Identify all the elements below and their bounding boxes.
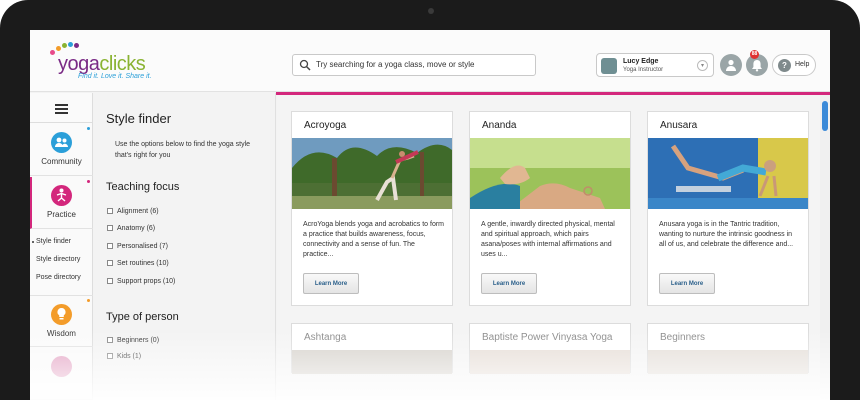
chevron-down-icon[interactable]: ▾ (697, 60, 708, 71)
subnav-style-directory[interactable]: Style directory (36, 256, 80, 263)
menu-button[interactable] (30, 93, 93, 123)
nav-corner-dot (87, 180, 90, 183)
nav-corner-dot (87, 127, 90, 130)
checkbox-beginners[interactable]: Beginners (0) (107, 337, 159, 344)
panel-title: Style finder (106, 111, 172, 126)
checkbox-label: Support props (10) (117, 278, 176, 285)
checkbox-icon (107, 353, 113, 359)
subnav-pose-directory[interactable]: Pose directory (36, 274, 81, 281)
notification-badge: 88 (750, 50, 759, 59)
style-card-ananda[interactable]: Ananda A gentle, inwardly directed physi… (469, 111, 631, 306)
question-icon: ? (778, 59, 791, 72)
camera-dot (428, 8, 434, 14)
people-icon (51, 132, 72, 153)
screen: yogaclicks Find it. Love it. Share it. T… (30, 30, 830, 400)
nav-corner-dot (87, 299, 90, 302)
nav-item-wisdom[interactable]: Wisdom (30, 295, 93, 347)
checkbox-label: Set routines (10) (117, 260, 169, 267)
checkbox-label: Kids (1) (117, 353, 142, 360)
type-of-person-heading: Type of person (106, 311, 179, 323)
card-title: Ashtanga (304, 332, 347, 343)
style-finder-panel: Style finder Use the options below to fi… (94, 93, 276, 400)
card-description: A gentle, inwardly directed physical, me… (481, 221, 615, 258)
checkbox-personalised[interactable]: Personalised (7) (107, 243, 168, 250)
checkbox-label: Personalised (7) (117, 243, 168, 250)
friends-button[interactable] (720, 54, 742, 76)
hamburger-icon (55, 104, 68, 106)
baptiste-photo (470, 350, 630, 374)
beginners-photo (648, 350, 808, 374)
learn-more-button[interactable]: Learn More (303, 273, 359, 294)
ananda-photo (470, 138, 630, 209)
learn-more-button[interactable]: Learn More (481, 273, 537, 294)
lightbulb-icon (51, 304, 72, 325)
people-icon (726, 59, 736, 71)
checkbox-label: Anatomy (6) (117, 225, 156, 232)
checkbox-icon (107, 278, 113, 284)
checkbox-icon (107, 208, 113, 214)
card-title: Anusara (660, 120, 698, 131)
hamburger-icon (55, 108, 68, 110)
style-card-anusara[interactable]: Anusara Anusara yoga is in the Tantric t… (647, 111, 809, 306)
style-results: Acroyoga AcroYoga blends yoga and acroba… (277, 95, 830, 400)
subnav-style-finder[interactable]: Style finder (31, 238, 71, 245)
nav-label-community: Community (41, 157, 82, 166)
avatar (601, 58, 617, 74)
checkbox-kids[interactable]: Kids (1) (107, 353, 141, 360)
checkbox-support-props[interactable]: Support props (10) (107, 278, 175, 285)
checkbox-set-routines[interactable]: Set routines (10) (107, 260, 169, 267)
card-description: Anusara yoga is in the Tantric tradition… (659, 221, 794, 248)
help-label: Help (795, 61, 810, 68)
hamburger-icon (55, 112, 68, 114)
nav-item-community[interactable]: Community (30, 124, 93, 176)
user-role: Yoga Instructor (623, 67, 664, 73)
laptop-frame: yogaclicks Find it. Love it. Share it. T… (0, 0, 860, 400)
card-title: Beginners (660, 332, 706, 343)
nav-label-practice: Practice (47, 210, 76, 219)
logo-main: yoga (58, 53, 100, 75)
top-bar: yogaclicks Find it. Love it. Share it. T… (30, 30, 830, 92)
style-card-baptiste[interactable]: Baptiste Power Vinyasa Yoga (469, 323, 631, 374)
checkbox-icon (107, 243, 113, 249)
nav-item-more[interactable] (30, 348, 93, 400)
nav-item-practice[interactable]: Practice (30, 177, 93, 229)
scrollbar[interactable] (820, 95, 830, 400)
yoga-pose-icon (51, 185, 72, 206)
card-title: Acroyoga (304, 120, 347, 131)
teaching-focus-heading: Teaching focus (106, 181, 180, 193)
nav-label-wisdom: Wisdom (47, 329, 76, 338)
anusara-photo (648, 138, 808, 209)
help-button[interactable]: ? Help (772, 54, 816, 76)
checkbox-icon (107, 225, 113, 231)
left-nav: Community Practice Style finder Style di… (30, 93, 93, 400)
search-placeholder: Try searching for a yoga class, move or … (316, 60, 475, 69)
checkbox-label: Beginners (0) (117, 337, 160, 344)
search-input[interactable]: Try searching for a yoga class, move or … (292, 54, 536, 76)
card-description: AcroYoga blends yoga and acrobatics to f… (303, 221, 444, 258)
checkbox-icon (107, 260, 113, 266)
bell-icon (752, 60, 762, 72)
logo-tagline: Find it. Love it. Share it. (78, 73, 152, 80)
logo[interactable]: yogaclicks Find it. Love it. Share it. (46, 42, 196, 84)
user-name: Lucy Edge (623, 58, 659, 65)
search-icon (299, 59, 311, 71)
acroyoga-photo (292, 138, 452, 209)
nav-more-icon (51, 356, 72, 377)
panel-intro: Use the options below to find the yoga s… (115, 141, 251, 159)
card-title: Baptiste Power Vinyasa Yoga (482, 332, 613, 343)
checkbox-alignment[interactable]: Alignment (6) (107, 208, 159, 215)
style-card-beginners[interactable]: Beginners (647, 323, 809, 374)
checkbox-icon (107, 337, 113, 343)
style-card-ashtanga[interactable]: Ashtanga (291, 323, 453, 374)
card-title: Ananda (482, 120, 517, 131)
logo-accent: clicks (99, 53, 146, 75)
ashtanga-photo (292, 350, 452, 374)
checkbox-anatomy[interactable]: Anatomy (6) (107, 225, 155, 232)
user-menu[interactable]: Lucy Edge Yoga Instructor ▾ (596, 53, 714, 77)
scrollbar-thumb[interactable] (822, 101, 828, 131)
checkbox-label: Alignment (6) (117, 208, 159, 215)
style-card-acroyoga[interactable]: Acroyoga AcroYoga blends yoga and acroba… (291, 111, 453, 306)
learn-more-button[interactable]: Learn More (659, 273, 715, 294)
